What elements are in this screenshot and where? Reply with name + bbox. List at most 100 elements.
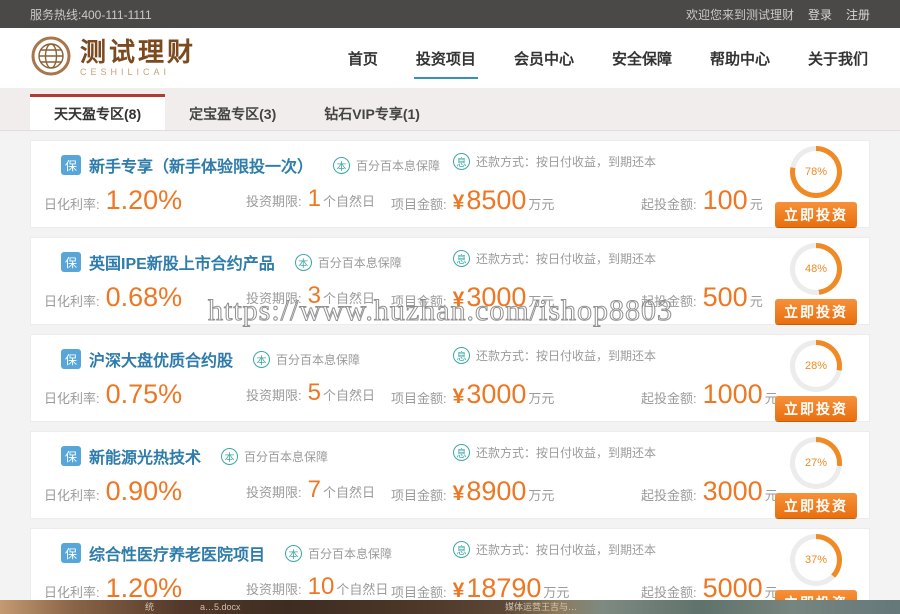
card-header-row: 保 新手专享（新手体验限投一次） 本 百分百本息保障 息 还款方式：按日付收益，… [61, 153, 440, 177]
product-card: 保 新手专享（新手体验限投一次） 本 百分百本息保障 息 还款方式：按日付收益，… [30, 140, 870, 228]
term-label: 投资期限: [246, 579, 302, 598]
register-link[interactable]: 注册 [846, 6, 870, 23]
invest-button[interactable]: 立即投资 [775, 493, 857, 518]
nav-item-0[interactable]: 首页 [346, 38, 380, 79]
min-invest-label: 起投金额: [641, 388, 697, 407]
progress-ring: 37% [790, 534, 842, 586]
progress-ring-inner: 27% [795, 442, 837, 484]
min-invest-value: 100 [703, 185, 748, 216]
term-unit: 个自然日 [323, 288, 375, 307]
tab-2[interactable]: 钻石VIP专享(1) [300, 94, 444, 130]
amount-stat: 项目金额: ¥ 8900 万元 [391, 476, 554, 507]
product-title-link[interactable]: 新手专享（新手体验限投一次） [89, 153, 313, 177]
term-value: 1 [308, 185, 321, 213]
principal-text: 百分百本息保障 [356, 157, 440, 174]
daily-rate-stat: 日化利率: 0.68% [44, 282, 182, 313]
term-stat: 投资期限: 1 个自然日 [246, 185, 375, 213]
amount-label: 项目金额: [391, 582, 447, 601]
invest-button[interactable]: 立即投资 [775, 396, 857, 421]
daily-rate-value: 0.75% [106, 379, 183, 410]
term-label: 投资期限: [246, 288, 302, 307]
tab-1[interactable]: 定宝盈专区(3) [165, 94, 300, 130]
daily-rate-label: 日化利率: [44, 388, 100, 407]
currency-symbol: ¥ [453, 191, 465, 215]
principal-icon: 本 [295, 254, 312, 271]
term-value: 7 [308, 476, 321, 504]
card-header-row: 保 英国IPE新股上市合约产品 本 百分百本息保障 息 还款方式：按日付收益，到… [61, 250, 402, 274]
daily-rate-stat: 日化利率: 1.20% [44, 185, 182, 216]
progress-ring-inner: 37% [795, 539, 837, 581]
amount-unit: 万元 [528, 388, 554, 407]
nav-item-4[interactable]: 帮助中心 [708, 38, 772, 79]
login-link[interactable]: 登录 [808, 6, 832, 23]
amount-value: 8900 [466, 476, 526, 507]
term-stat: 投资期限: 7 个自然日 [246, 476, 375, 504]
min-invest-label: 起投金额: [641, 194, 697, 213]
term-label: 投资期限: [246, 385, 302, 404]
amount-unit: 万元 [528, 194, 554, 213]
progress-ring-inner: 28% [795, 345, 837, 387]
product-title-link[interactable]: 沪深大盘优质合约股 [89, 347, 233, 371]
min-invest-label: 起投金额: [641, 582, 697, 601]
desktop-text-fragment: a…5.docx [200, 602, 241, 612]
invest-button[interactable]: 立即投资 [775, 299, 857, 324]
term-value: 3 [308, 282, 321, 310]
interest-icon: 息 [453, 347, 470, 364]
min-invest-label: 起投金额: [641, 485, 697, 504]
principal-text: 百分百本息保障 [276, 351, 360, 368]
amount-value: 3000 [466, 379, 526, 410]
guarantee-badge: 保 [61, 252, 81, 272]
interest-icon: 息 [453, 444, 470, 461]
repayment-info: 息 还款方式：按日付收益，到期还本 [453, 541, 656, 558]
desktop-text-fragment: 统 [145, 602, 154, 612]
min-invest-stat: 起投金额: 1000 元 [641, 379, 778, 410]
progress-ring-inner: 78% [795, 151, 837, 193]
daily-rate-value: 1.20% [106, 185, 183, 216]
card-action-zone: 28% 立即投资 [759, 340, 873, 421]
product-card: 保 英国IPE新股上市合约产品 本 百分百本息保障 息 还款方式：按日付收益，到… [30, 237, 870, 325]
guarantee-badge: 保 [61, 543, 81, 563]
guarantee-badge: 保 [61, 155, 81, 175]
amount-value: 8500 [466, 185, 526, 216]
hotline-text: 服务热线:400-111-1111 [30, 6, 152, 23]
daily-rate-value: 0.90% [106, 476, 183, 507]
progress-ring: 28% [790, 340, 842, 392]
principal-guarantee: 本 百分百本息保障 [285, 545, 392, 562]
daily-rate-label: 日化利率: [44, 485, 100, 504]
invest-button[interactable]: 立即投资 [775, 202, 857, 227]
product-title-link[interactable]: 英国IPE新股上市合约产品 [89, 250, 275, 274]
term-unit: 个自然日 [323, 385, 375, 404]
currency-symbol: ¥ [453, 482, 465, 506]
repayment-text: 还款方式：按日付收益，到期还本 [476, 250, 656, 267]
card-header-row: 保 沪深大盘优质合约股 本 百分百本息保障 息 还款方式：按日付收益，到期还本 [61, 347, 360, 371]
nav-item-1[interactable]: 投资项目 [414, 38, 478, 79]
progress-percent: 27% [805, 457, 827, 469]
term-label: 投资期限: [246, 482, 302, 501]
principal-guarantee: 本 百分百本息保障 [253, 351, 360, 368]
repayment-info: 息 还款方式：按日付收益，到期还本 [453, 347, 656, 364]
daily-rate-stat: 日化利率: 0.90% [44, 476, 182, 507]
amount-label: 项目金额: [391, 388, 447, 407]
interest-icon: 息 [453, 250, 470, 267]
amount-label: 项目金额: [391, 194, 447, 213]
desktop-text-fragment: 媒体运营王吉与… [505, 602, 577, 612]
term-label: 投资期限: [246, 191, 302, 210]
nav-item-3[interactable]: 安全保障 [610, 38, 674, 79]
nav-item-2[interactable]: 会员中心 [512, 38, 576, 79]
tab-0[interactable]: 天天盈专区(8) [30, 94, 165, 130]
term-stat: 投资期限: 5 个自然日 [246, 379, 375, 407]
repayment-info: 息 还款方式：按日付收益，到期还本 [453, 153, 656, 170]
amount-unit: 万元 [543, 582, 569, 601]
globe-icon [30, 35, 72, 82]
site-logo[interactable]: 测试理财 CESHILICAI [30, 35, 196, 82]
product-card: 保 沪深大盘优质合约股 本 百分百本息保障 息 还款方式：按日付收益，到期还本 … [30, 334, 870, 422]
product-title-link[interactable]: 综合性医疗养老医院项目 [89, 541, 265, 565]
product-title-link[interactable]: 新能源光热技术 [89, 444, 201, 468]
min-invest-stat: 起投金额: 500 元 [641, 282, 763, 313]
progress-percent: 48% [805, 263, 827, 275]
min-invest-stat: 起投金额: 3000 元 [641, 476, 778, 507]
card-header-row: 保 新能源光热技术 本 百分百本息保障 息 还款方式：按日付收益，到期还本 [61, 444, 328, 468]
card-action-zone: 27% 立即投资 [759, 437, 873, 518]
nav-item-5[interactable]: 关于我们 [806, 38, 870, 79]
min-invest-value: 3000 [703, 476, 763, 507]
